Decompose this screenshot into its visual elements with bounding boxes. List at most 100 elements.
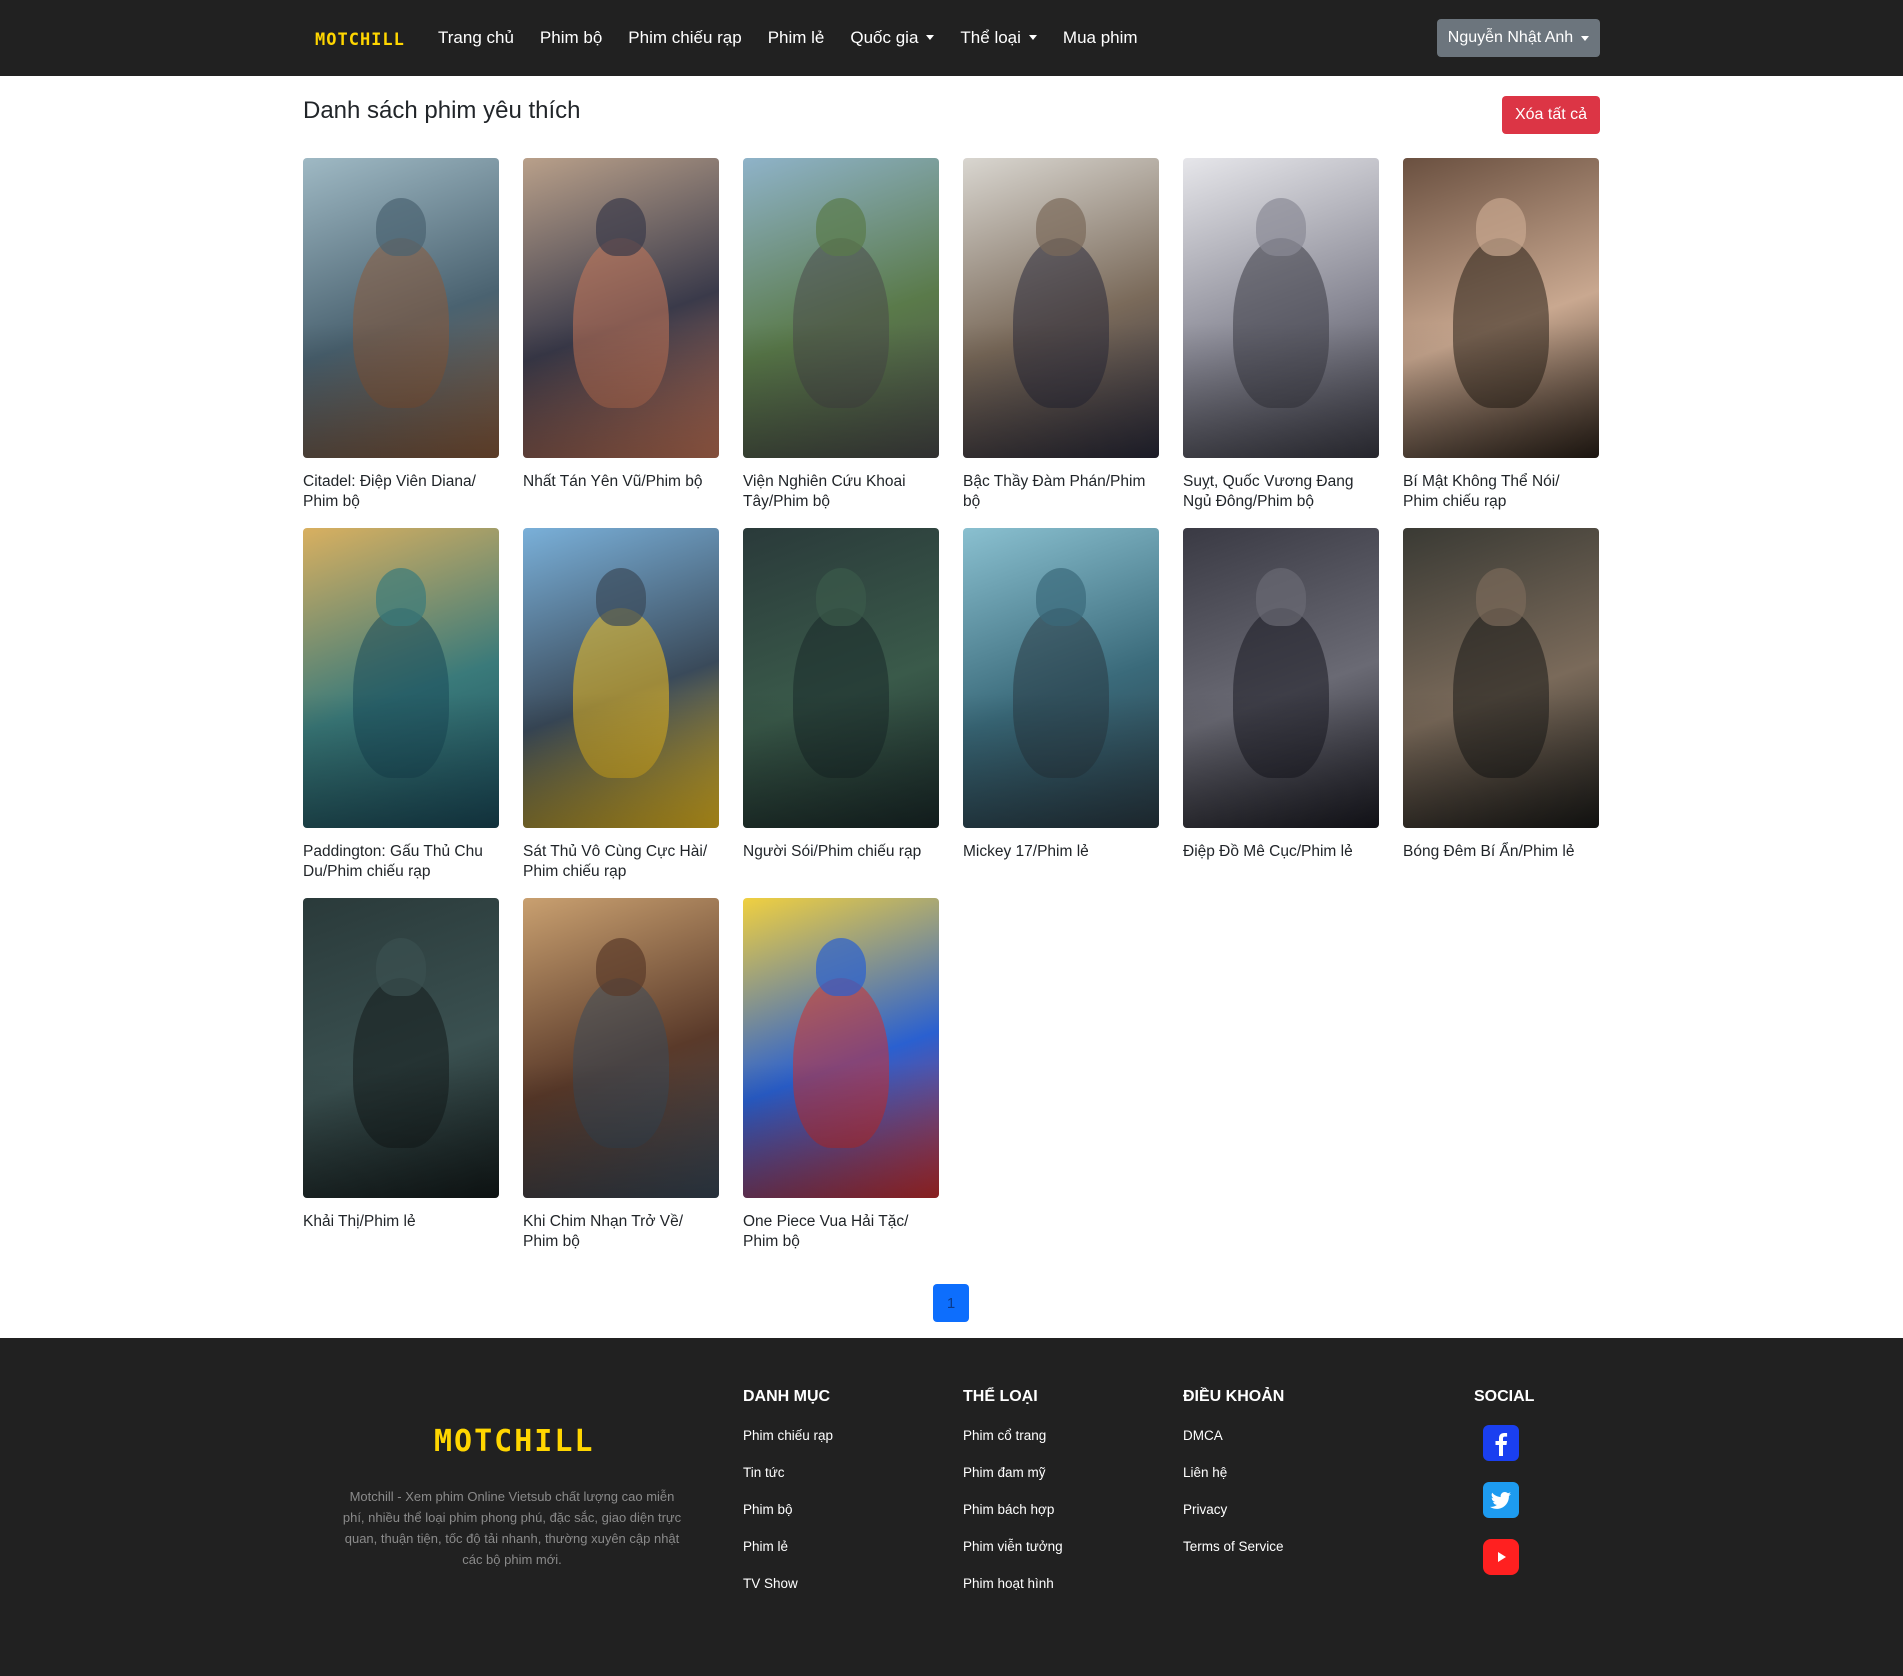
poster-figure-head [596,938,646,996]
poster-shade [1403,323,1599,458]
nav-link-5[interactable]: Thể loại [960,28,1037,48]
movie-poster[interactable] [523,898,719,1198]
movie-poster[interactable] [743,898,939,1198]
movie-poster[interactable] [743,528,939,828]
movie-card[interactable]: Khải Thị/Phim lẻ [303,898,499,1268]
movie-title[interactable]: Citadel: Điệp Viên Diana/ Phim bộ [303,472,499,512]
movie-title[interactable]: Sát Thủ Vô Cùng Cực Hài/ Phim chiếu rạp [523,842,719,882]
footer-link[interactable]: Phim cổ trang [963,1428,1063,1465]
movie-card[interactable]: Suỵt, Quốc Vương Đang Ngủ Đông/Phim bộ [1183,158,1379,528]
nav-link-label: Phim lẻ [767,28,825,47]
poster-shade [303,323,499,458]
footer-link[interactable]: Terms of Service [1183,1539,1284,1576]
poster-shade [523,1063,719,1198]
nav-link-label: Trang chủ [438,28,514,47]
nav-link-3[interactable]: Phim lẻ [768,28,825,48]
movie-title[interactable]: Nhất Tán Yên Vũ/Phim bộ [523,472,719,492]
poster-shade [303,1063,499,1198]
footer-link[interactable]: Privacy [1183,1502,1284,1539]
poster-figure-head [1256,568,1306,626]
nav-link-label: Phim chiếu rạp [628,28,742,47]
poster-shade [743,693,939,828]
top-navbar: MOTCHILL Trang chủ Phim bộ Phim chiếu rạp P… [0,0,1903,76]
footer-link[interactable]: Liên hệ [1183,1465,1284,1502]
poster-figure-head [1256,198,1306,256]
footer-link[interactable]: TV Show [743,1576,833,1613]
poster-figure-head [816,198,866,256]
movie-card[interactable]: Viện Nghiên Cứu Khoai Tây/Phim bộ [743,158,939,528]
poster-shade [743,323,939,458]
movie-poster[interactable] [303,898,499,1198]
movie-card[interactable]: Khi Chim Nhạn Trở Về/ Phim bộ [523,898,719,1268]
movie-card[interactable]: Nhất Tán Yên Vũ/Phim bộ [523,158,719,528]
youtube-icon[interactable] [1483,1539,1519,1575]
movie-title[interactable]: Paddington: Gấu Thủ Chu Du/Phim chiếu rạ… [303,842,499,882]
movie-title[interactable]: Mickey 17/Phim lẻ [963,842,1159,862]
movie-card[interactable]: Mickey 17/Phim lẻ [963,528,1159,898]
movie-poster[interactable] [1403,158,1599,458]
poster-shade [1403,693,1599,828]
poster-figure-head [1036,568,1086,626]
footer-link[interactable]: Phim viễn tưởng [963,1539,1063,1576]
movie-card[interactable]: Bậc Thầy Đàm Phán/Phim bộ [963,158,1159,528]
movie-card[interactable]: Sát Thủ Vô Cùng Cực Hài/ Phim chiếu rạp [523,528,719,898]
movie-poster[interactable] [303,528,499,828]
poster-shade [743,1063,939,1198]
nav-link-2[interactable]: Phim chiếu rạp [628,28,741,48]
movie-poster[interactable] [523,528,719,828]
twitter-icon[interactable] [1483,1482,1519,1518]
pagination-page-1[interactable]: 1 [933,1284,969,1322]
movie-card[interactable]: Paddington: Gấu Thủ Chu Du/Phim chiếu rạ… [303,528,499,898]
movie-title[interactable]: Viện Nghiên Cứu Khoai Tây/Phim bộ [743,472,939,512]
movie-title[interactable]: Bí Mật Không Thể Nói/ Phim chiếu rạp [1403,472,1599,512]
movie-title[interactable]: Khi Chim Nhạn Trở Về/ Phim bộ [523,1212,719,1252]
footer-heading: ĐIỀU KHOẢN [1183,1388,1285,1405]
movie-title[interactable]: Người Sói/Phim chiếu rạp [743,842,939,862]
movie-poster[interactable] [303,158,499,458]
chevron-down-icon [1028,35,1037,40]
facebook-icon[interactable] [1483,1425,1519,1461]
movie-poster[interactable] [743,158,939,458]
clear-all-button[interactable]: Xóa tất cả [1502,96,1600,134]
movie-poster[interactable] [1183,158,1379,458]
movie-title[interactable]: Bậc Thầy Đàm Phán/Phim bộ [963,472,1159,512]
footer-link[interactable]: Phim bộ [743,1502,833,1539]
movie-title[interactable]: Suỵt, Quốc Vương Đang Ngủ Đông/Phim bộ [1183,472,1379,512]
footer-col-dieu-khoan: ĐIỀU KHOẢN DMCA Liên hệ Privacy Terms of… [1183,1388,1284,1576]
poster-shade [1183,323,1379,458]
movie-card[interactable]: One Piece Vua Hải Tặc/ Phim bộ [743,898,939,1268]
movie-poster[interactable] [963,158,1159,458]
movie-title[interactable]: Khải Thị/Phim lẻ [303,1212,499,1232]
movie-title[interactable]: Bóng Đêm Bí Ẩn/Phim lẻ [1403,842,1599,862]
movie-card[interactable]: Người Sói/Phim chiếu rạp [743,528,939,898]
poster-shade [303,693,499,828]
poster-figure-head [816,938,866,996]
movie-title[interactable]: Điệp Đồ Mê Cục/Phim lẻ [1183,842,1379,862]
footer-description: Motchill - Xem phim Online Vietsub chất … [342,1489,682,1567]
nav-link-0[interactable]: Trang chủ [438,28,514,48]
footer-link[interactable]: Phim hoạt hình [963,1576,1063,1613]
movie-card[interactable]: Điệp Đồ Mê Cục/Phim lẻ [1183,528,1379,898]
user-menu-button[interactable]: Nguyễn Nhật Anh [1437,19,1600,57]
movie-poster[interactable] [523,158,719,458]
footer-link[interactable]: Phim chiếu rạp [743,1428,833,1465]
movie-card[interactable]: Bóng Đêm Bí Ẩn/Phim lẻ [1403,528,1599,898]
footer-link[interactable]: DMCA [1183,1428,1284,1465]
footer-logo[interactable]: MOTCHILL [434,1424,595,1459]
footer-link[interactable]: Phim đam mỹ [963,1465,1063,1502]
movie-poster[interactable] [1403,528,1599,828]
movie-poster[interactable] [1183,528,1379,828]
footer-link[interactable]: Phim bách hợp [963,1502,1063,1539]
nav-link-1[interactable]: Phim bộ [540,28,602,48]
footer-link[interactable]: Tin tức [743,1465,833,1502]
movie-card[interactable]: Citadel: Điệp Viên Diana/ Phim bộ [303,158,499,528]
brand-logo[interactable]: MOTCHILL [315,30,405,50]
footer-link[interactable]: Phim lẻ [743,1539,833,1576]
nav-link-6[interactable]: Mua phim [1063,28,1138,48]
poster-shade [963,323,1159,458]
footer-col-the-loai: THỂ LOẠI Phim cổ trang Phim đam mỹ Phim … [963,1388,1063,1613]
movie-poster[interactable] [963,528,1159,828]
movie-title[interactable]: One Piece Vua Hải Tặc/ Phim bộ [743,1212,939,1252]
nav-link-4[interactable]: Quốc gia [850,28,935,48]
movie-card[interactable]: Bí Mật Không Thể Nói/ Phim chiếu rạp [1403,158,1599,528]
